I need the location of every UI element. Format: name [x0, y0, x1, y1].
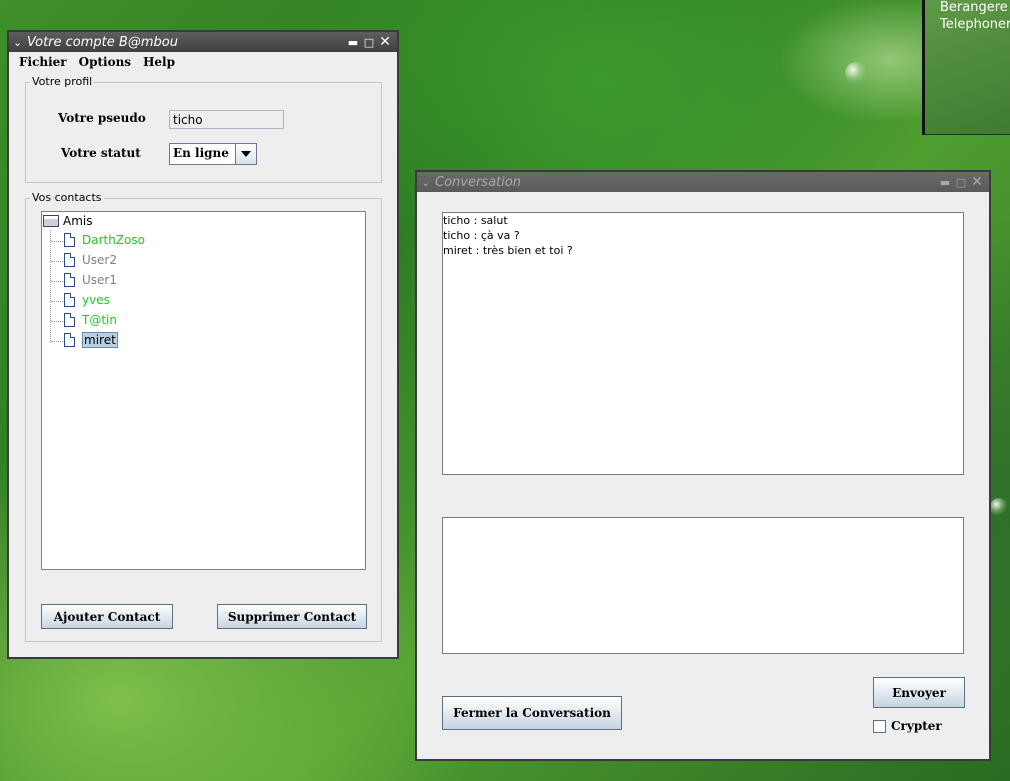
conversation-window-titlebar[interactable]: ⌄ Conversation ▬ □ ✕: [417, 172, 989, 192]
message-line: ticho : çà va ?: [443, 229, 520, 242]
contacts-group-label: Vos contacts: [30, 191, 104, 204]
tree-guide-line: [51, 241, 63, 242]
window-menu-chevron-icon[interactable]: ⌄: [421, 176, 435, 189]
status-dropdown-value: En ligne: [173, 146, 229, 160]
contact-name: DarthZoso: [82, 233, 145, 247]
background-text-telephoner: Telephoner: [940, 17, 1010, 32]
close-icon[interactable]: ✕: [969, 174, 985, 190]
chevron-down-icon[interactable]: [235, 144, 256, 164]
maximize-icon[interactable]: □: [361, 36, 377, 49]
status-dropdown[interactable]: En ligne: [169, 143, 257, 165]
contact-name: T@tin: [82, 313, 117, 327]
contact-item-selected[interactable]: miret: [64, 332, 118, 348]
message-line: ticho : salut: [443, 214, 508, 227]
add-contact-button[interactable]: Ajouter Contact: [41, 604, 173, 629]
pseudo-field[interactable]: ticho: [169, 110, 284, 129]
contact-item[interactable]: DarthZoso: [64, 233, 145, 247]
contact-file-icon: [64, 293, 75, 307]
contact-file-icon: [64, 273, 75, 287]
message-input[interactable]: [442, 517, 964, 654]
contacts-group: Vos contacts Amis DarthZoso User2 User1 …: [25, 191, 382, 642]
contact-name: yves: [82, 293, 110, 307]
encrypt-checkbox[interactable]: [873, 720, 886, 733]
minimize-icon[interactable]: ▬: [345, 36, 361, 49]
menu-options[interactable]: Options: [73, 55, 137, 69]
menu-bar: Fichier Options Help: [9, 52, 397, 72]
window-menu-chevron-icon[interactable]: ⌄: [13, 36, 27, 49]
close-conversation-button[interactable]: Fermer la Conversation: [442, 696, 622, 730]
conversation-history[interactable]: ticho : salut ticho : çà va ? miret : tr…: [442, 212, 964, 475]
contact-item[interactable]: User1: [64, 273, 117, 287]
conversation-window: ⌄ Conversation ▬ □ ✕ ticho : salut ticho…: [415, 170, 991, 761]
account-window-titlebar[interactable]: ⌄ Votre compte B@mbou ▬ □ ✕: [9, 32, 397, 52]
contact-item[interactable]: User2: [64, 253, 117, 267]
remove-contact-button[interactable]: Supprimer Contact: [217, 604, 367, 629]
contact-file-icon: [64, 313, 75, 327]
tree-guide-line: [51, 301, 63, 302]
contact-file-icon: [64, 333, 75, 347]
contact-name: User1: [82, 273, 117, 287]
status-label: Votre statut: [61, 146, 141, 160]
menu-fichier[interactable]: Fichier: [13, 55, 73, 69]
background-text-berangere: Berangere: [940, 0, 1008, 15]
menu-help[interactable]: Help: [137, 55, 181, 69]
pseudo-label: Votre pseudo: [58, 111, 146, 125]
water-drop: [845, 62, 867, 84]
contact-item[interactable]: T@tin: [64, 313, 117, 327]
contact-file-icon: [64, 253, 75, 267]
send-button[interactable]: Envoyer: [873, 677, 965, 708]
account-window: ⌄ Votre compte B@mbou ▬ □ ✕ Fichier Opti…: [7, 30, 399, 659]
water-drop: [990, 498, 1008, 516]
contact-name: miret: [82, 332, 118, 348]
message-line: miret : très bien et toi ?: [443, 244, 573, 257]
tree-guide-line: [51, 261, 63, 262]
window-title: Votre compte B@mbou: [27, 34, 178, 50]
encrypt-label: Crypter: [891, 719, 942, 733]
window-title: Conversation: [435, 174, 521, 190]
maximize-icon[interactable]: □: [953, 176, 969, 189]
contact-name: User2: [82, 253, 117, 267]
profile-group: Votre profil Votre pseudo ticho Votre st…: [25, 75, 382, 183]
tree-guide-line: [51, 341, 63, 342]
contact-item[interactable]: yves: [64, 293, 110, 307]
close-icon[interactable]: ✕: [377, 34, 393, 50]
folder-icon: [43, 215, 59, 227]
contact-file-icon: [64, 233, 75, 247]
tree-guide-line: [51, 321, 63, 322]
minimize-icon[interactable]: ▬: [937, 176, 953, 189]
contacts-tree[interactable]: Amis DarthZoso User2 User1 yves T@tin mi…: [41, 211, 366, 570]
tree-guide-line: [50, 230, 51, 343]
profile-group-label: Votre profil: [30, 75, 95, 88]
tree-guide-line: [51, 281, 63, 282]
tree-root-amis[interactable]: Amis: [43, 214, 92, 228]
tree-root-label: Amis: [63, 214, 93, 228]
